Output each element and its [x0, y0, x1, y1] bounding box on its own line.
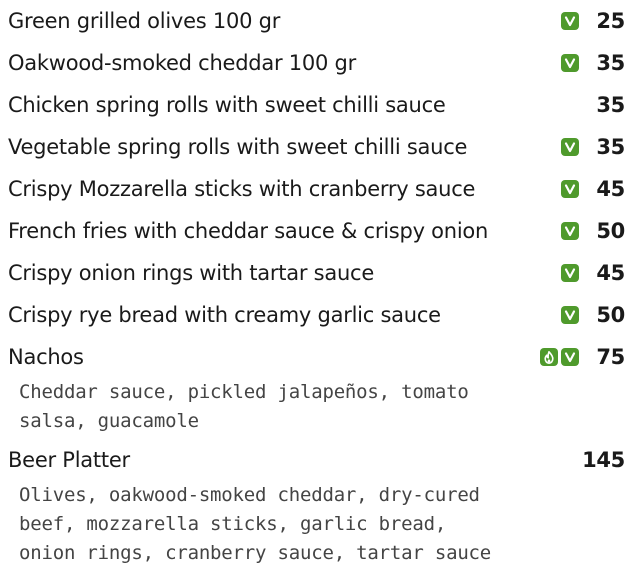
item-price: 50 [596, 219, 625, 243]
item-price: 25 [596, 9, 625, 33]
vegetarian-icon [561, 12, 579, 30]
vegetarian-icon [561, 264, 579, 282]
vegetarian-icon [561, 180, 579, 198]
item-name: Crispy rye bread with creamy garlic sauc… [8, 303, 441, 327]
menu-item: Crispy onion rings with tartar sauce 45 [8, 252, 626, 294]
menu-item: Beer Platter 145 [8, 439, 626, 481]
item-name: Chicken spring rolls with sweet chilli s… [8, 93, 446, 117]
item-price-group: 35 [561, 51, 626, 75]
item-name: French fries with cheddar sauce & crispy… [8, 219, 489, 243]
item-name: Oakwood-smoked cheddar 100 gr [8, 51, 357, 75]
menu-item: Chicken spring rolls with sweet chilli s… [8, 84, 626, 126]
item-name: Green grilled olives 100 gr [8, 9, 281, 33]
item-price-group: 50 [561, 219, 626, 243]
item-price: 35 [596, 93, 625, 117]
menu-list: Green grilled olives 100 gr 25 Oakwood-s… [8, 0, 626, 568]
item-name: Nachos [8, 345, 84, 369]
menu-item: Green grilled olives 100 gr 25 [8, 0, 626, 42]
item-price-group: 35 [582, 93, 626, 117]
item-price-group: 25 [561, 9, 626, 33]
item-name: Crispy onion rings with tartar sauce [8, 261, 375, 285]
menu-item: French fries with cheddar sauce & crispy… [8, 210, 626, 252]
item-price-group: 45 [561, 177, 626, 201]
item-price-group: 75 [540, 345, 626, 369]
item-price: 50 [596, 303, 625, 327]
vegetarian-icon [561, 54, 579, 72]
item-price-group: 50 [561, 303, 626, 327]
item-price-group: 45 [561, 261, 626, 285]
item-description: Cheddar sauce, pickled jalapeños, tomato… [19, 381, 469, 432]
vegetarian-icon [561, 348, 579, 366]
menu-item: Vegetable spring rolls with sweet chilli… [8, 126, 626, 168]
menu-item: Oakwood-smoked cheddar 100 gr 35 [8, 42, 626, 84]
item-name: Beer Platter [8, 448, 130, 472]
item-price-group: 35 [561, 135, 626, 159]
item-price: 45 [596, 177, 625, 201]
menu-item: Crispy rye bread with creamy garlic sauc… [8, 294, 626, 336]
vegetarian-icon [561, 306, 579, 324]
vegetarian-icon [561, 138, 579, 156]
item-price: 35 [596, 135, 625, 159]
vegetarian-icon [561, 222, 579, 240]
menu-item: Nachos 75 [8, 336, 626, 378]
menu-item: Crispy Mozzarella sticks with cranberry … [8, 168, 626, 210]
item-price-group: 145 [576, 448, 626, 472]
spicy-icon [540, 348, 558, 366]
item-name: Crispy Mozzarella sticks with cranberry … [8, 177, 476, 201]
item-name: Vegetable spring rolls with sweet chilli… [8, 135, 468, 159]
item-price: 45 [596, 261, 625, 285]
item-price: 145 [582, 448, 625, 472]
item-price: 35 [596, 51, 625, 75]
item-description: Olives, oakwood-smoked cheddar, dry-cure… [19, 484, 492, 564]
item-price: 75 [596, 345, 625, 369]
